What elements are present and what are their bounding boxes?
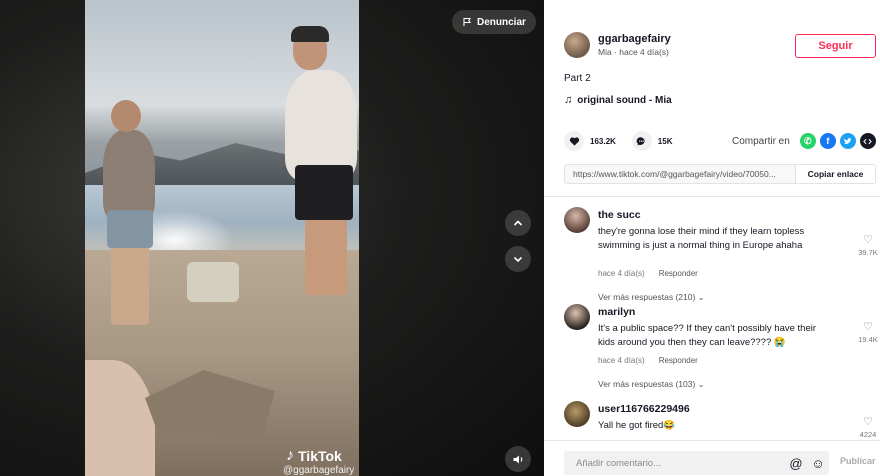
video-caption: Part 2 <box>564 73 591 84</box>
engagement-stats: 163.2K 15K <box>564 131 688 151</box>
tiktok-watermark: ♪ TikTok <box>286 447 342 465</box>
chevron-down-icon: ⌄ <box>697 293 705 302</box>
copy-link-button[interactable]: Copiar enlace <box>795 165 875 183</box>
next-video-button[interactable] <box>505 246 531 272</box>
view-more-replies-label[interactable]: Ver más respuestas (210) <box>598 292 695 302</box>
tiktok-logo-icon: ♪ <box>286 447 294 464</box>
comment-text: Yall he got fired😂 <box>598 420 676 431</box>
author-avatar[interactable] <box>564 32 590 58</box>
music-note-icon: ♫ <box>564 94 573 106</box>
comment-like[interactable]: ♡ 19.4K <box>856 320 880 344</box>
heart-outline-icon[interactable]: ♡ <box>856 233 880 246</box>
comment-username[interactable]: user116766229496 <box>598 403 690 415</box>
view-more-replies-label[interactable]: Ver más respuestas (103) <box>598 379 695 389</box>
like-count: 163.2K <box>590 136 616 146</box>
woman-legs <box>111 245 149 325</box>
music-link[interactable]: ♫ original sound - Mia <box>564 94 672 106</box>
view-more-replies[interactable]: Ver más respuestas (103) ⌄ <box>598 379 704 389</box>
video-frame[interactable] <box>85 0 359 476</box>
comment-avatar[interactable] <box>564 401 590 427</box>
details-panel: ggarbagefairy Mia · hace 4 día(s) Seguir… <box>544 0 880 476</box>
man-cap <box>291 26 329 42</box>
previous-video-button[interactable] <box>505 210 531 236</box>
facebook-icon[interactable]: f <box>819 133 836 149</box>
comment-like-count: 4224 <box>859 430 877 437</box>
like-button[interactable] <box>564 131 584 151</box>
comment-like[interactable]: ♡ 4224 <box>856 415 880 437</box>
follow-button[interactable]: Seguir <box>795 34 876 58</box>
mention-icon[interactable]: @ <box>785 456 807 471</box>
comment-time: hace 4 día(s) <box>598 356 645 365</box>
man-tank-top <box>285 70 357 180</box>
comment-item: the succ they're gonna lose their mind i… <box>564 207 880 302</box>
emoji-icon[interactable]: ☺ <box>807 456 829 471</box>
comment-input[interactable]: Añadir comentario... @ ☺ <box>564 451 829 475</box>
video-url[interactable]: https://www.tiktok.com/@ggarbagefairy/vi… <box>565 169 795 179</box>
share-label: Compartir en <box>732 135 790 147</box>
report-button[interactable]: Denunciar <box>452 10 536 34</box>
reply-button[interactable]: Responder <box>659 356 698 365</box>
publish-button[interactable]: Publicar <box>840 456 876 466</box>
whatsapp-icon[interactable]: ✆ <box>799 133 816 149</box>
comment-placeholder[interactable]: Añadir comentario... <box>564 458 785 469</box>
volume-button[interactable] <box>505 446 531 472</box>
comment-username[interactable]: marilyn <box>598 306 635 318</box>
chevron-down-icon <box>513 256 523 263</box>
video-link-box: https://www.tiktok.com/@ggarbagefairy/vi… <box>564 164 876 184</box>
heart-outline-icon[interactable]: ♡ <box>856 320 880 333</box>
comment-like-count: 19.4K <box>858 335 878 344</box>
comment-time: hace 4 día(s) <box>598 269 645 278</box>
author-username[interactable]: ggarbagefairy <box>598 33 671 45</box>
heart-outline-icon[interactable]: ♡ <box>856 415 880 428</box>
chevron-down-icon: ⌄ <box>697 380 705 389</box>
comment-item: user116766229496 Yall he got fired😂 ♡ 42… <box>564 401 880 437</box>
comment-composer: Añadir comentario... @ ☺ Publicar <box>544 440 880 476</box>
comment-meta: hace 4 día(s) Responder <box>598 356 698 365</box>
chevron-up-icon <box>513 220 523 226</box>
comment-icon <box>636 136 645 146</box>
music-title[interactable]: original sound - Mia <box>577 95 671 106</box>
comments-list[interactable]: the succ they're gonna lose their mind i… <box>544 197 880 437</box>
report-label: Denunciar <box>477 16 526 28</box>
speaker-icon <box>513 455 522 463</box>
comment-username[interactable]: the succ <box>598 209 641 221</box>
view-more-replies[interactable]: Ver más respuestas (210) ⌄ <box>598 292 704 302</box>
woman-head <box>111 100 141 132</box>
flag-icon <box>463 17 471 26</box>
man-legs <box>305 215 347 295</box>
reply-button[interactable]: Responder <box>659 269 698 278</box>
watermark-username: @ggarbagefairy <box>283 465 355 476</box>
comments-button[interactable] <box>631 131 652 151</box>
beach-bag <box>187 262 239 302</box>
author-info[interactable]: ggarbagefairy Mia · hace 4 día(s) <box>564 32 671 58</box>
comment-avatar[interactable] <box>564 207 590 233</box>
share-row: Compartir en ✆ f <box>732 133 876 149</box>
heart-icon <box>569 136 579 146</box>
embed-icon[interactable] <box>859 133 876 149</box>
comment-text: It's a public space?? If they can't poss… <box>598 323 817 348</box>
comment-like-count: 39.7K <box>858 248 878 257</box>
twitter-icon[interactable] <box>839 133 856 149</box>
comment-count: 15K <box>657 136 673 146</box>
author-subtitle: Mia · hace 4 día(s) <box>598 47 669 57</box>
comment-text: they're gonna lose their mind if they le… <box>598 226 805 251</box>
video-player[interactable]: ♪ TikTok @ggarbagefairy Denunciar <box>0 0 544 476</box>
comment-avatar[interactable] <box>564 304 590 330</box>
man-shorts <box>295 165 353 220</box>
comment-item: marilyn It's a public space?? If they ca… <box>564 304 880 399</box>
woman-shorts <box>107 210 153 248</box>
woman-body <box>103 130 155 220</box>
comment-like[interactable]: ♡ 39.7K <box>856 233 880 257</box>
comment-meta: hace 4 día(s) Responder <box>598 269 698 278</box>
watermark-brand: TikTok <box>298 448 342 464</box>
